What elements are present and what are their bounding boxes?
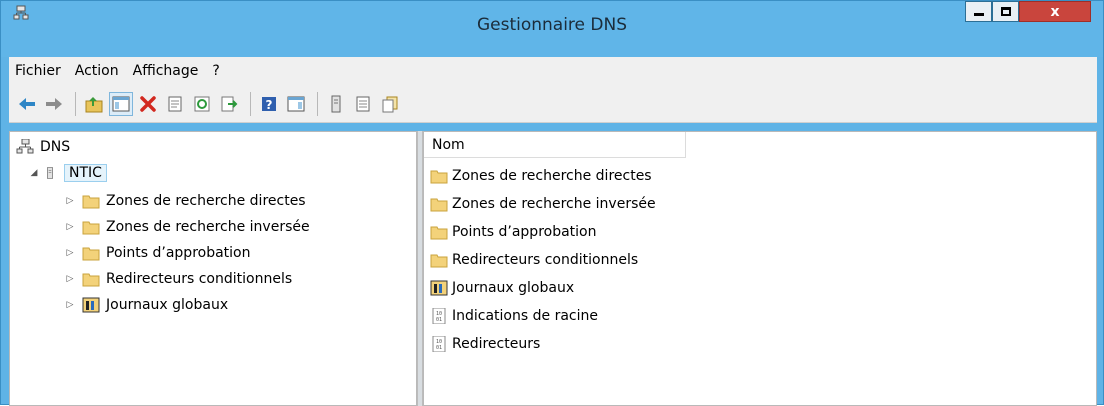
list-item-label: Indications de racine [452, 308, 598, 324]
results-list-pane[interactable]: Nom Zones de recherche directes Zones de… [423, 131, 1097, 406]
menu-help[interactable]: ? [212, 63, 219, 79]
tree-item[interactable]: ▷ Redirecteurs conditionnels [64, 268, 293, 290]
console-tree-pane[interactable]: DNS ◢ NTIC ▷ Zones de recherche directes… [9, 131, 417, 406]
toolbar-separator [75, 91, 76, 116]
tree-item-label: Points d’approbation [106, 245, 251, 261]
tree-item-label: Journaux globaux [106, 297, 229, 313]
forward-arrow-icon[interactable] [42, 92, 66, 116]
close-icon: x [1050, 3, 1060, 20]
column-header-nom[interactable]: Nom [424, 132, 686, 158]
back-arrow-icon[interactable] [15, 92, 39, 116]
properties-icon[interactable] [163, 92, 187, 116]
folder-icon [430, 226, 448, 240]
close-button[interactable]: x [1019, 1, 1091, 22]
export-list-icon[interactable] [217, 92, 241, 116]
help-icon[interactable]: ? [257, 92, 281, 116]
minimize-button[interactable] [965, 1, 992, 22]
server-icon [47, 167, 53, 179]
folder-icon [430, 198, 448, 212]
list-item[interactable]: Zones de recherche inversée [430, 192, 656, 216]
expand-arrow-icon[interactable]: ▷ [64, 247, 76, 259]
list-item[interactable]: Redirecteurs conditionnels [430, 248, 638, 272]
list-item[interactable]: Journaux globaux [430, 276, 574, 300]
binary-file-icon: 1001 [432, 308, 446, 324]
copy-icon[interactable] [378, 92, 402, 116]
title-bar[interactable]: Gestionnaire DNS x [1, 1, 1103, 57]
refresh-icon[interactable] [190, 92, 214, 116]
menu-fichier[interactable]: Fichier [15, 63, 61, 79]
minimize-icon [973, 13, 984, 16]
tree-item[interactable]: ▷ Points d’approbation [64, 242, 251, 264]
tree-server-ntic[interactable]: ◢ NTIC [28, 162, 107, 184]
list-item-label: Redirecteurs [452, 336, 541, 352]
show-hide-action-pane-icon[interactable] [284, 92, 308, 116]
window-title: Gestionnaire DNS [476, 15, 628, 35]
menu-affichage[interactable]: Affichage [133, 63, 199, 79]
tree-item[interactable]: ▷ Zones de recherche directes [64, 190, 306, 212]
folder-icon [82, 221, 100, 235]
tree-item[interactable]: ▷ Zones de recherche inversée [64, 216, 310, 238]
list-item[interactable]: Zones de recherche directes [430, 164, 652, 188]
tree-root-label: DNS [40, 139, 71, 155]
server-icon[interactable] [324, 92, 348, 116]
list-item[interactable]: 10 01 Indications de racine [430, 304, 598, 328]
tree-item-label: Zones de recherche directes [106, 193, 306, 209]
expand-arrow-icon[interactable]: ▷ [64, 299, 76, 311]
tree-item[interactable]: ▷ Journaux globaux [64, 294, 229, 316]
expand-arrow-icon[interactable]: ▷ [64, 195, 76, 207]
log-viewer-icon [82, 297, 100, 313]
binary-file-icon: 1001 [432, 336, 446, 352]
toolbar: ? [9, 85, 1097, 123]
tree-item-label: Zones de recherche inversée [106, 219, 310, 235]
toolbar-separator [317, 91, 318, 116]
list-item[interactable]: 10 01 Redirecteurs [430, 332, 540, 356]
up-folder-icon[interactable] [82, 92, 106, 116]
maximize-button[interactable] [992, 1, 1019, 22]
list-item-label: Journaux globaux [452, 280, 575, 296]
menu-action[interactable]: Action [75, 63, 119, 79]
tree-item-label: Redirecteurs conditionnels [106, 271, 293, 287]
svg-text:01: 01 [436, 317, 442, 323]
expand-arrow-icon[interactable]: ▷ [64, 273, 76, 285]
dns-manager-window: Gestionnaire DNS x Fichier Action Affich… [0, 0, 1104, 406]
dns-icon [16, 139, 34, 154]
menu-bar: Fichier Action Affichage ? [9, 57, 1097, 85]
svg-text:01: 01 [436, 345, 442, 351]
list-item-label: Redirecteurs conditionnels [452, 252, 639, 268]
maximize-icon [1000, 7, 1011, 16]
collapse-arrow-icon[interactable]: ◢ [28, 167, 40, 179]
tree-server-label: NTIC [64, 164, 107, 182]
list-item-label: Zones de recherche inversée [452, 196, 656, 212]
folder-icon [430, 254, 448, 268]
folder-icon [82, 247, 100, 261]
log-viewer-icon [430, 280, 448, 296]
tree-root-dns[interactable]: DNS [16, 136, 70, 158]
delete-icon[interactable] [136, 92, 160, 116]
folder-icon [82, 273, 100, 287]
folder-icon [430, 170, 448, 184]
svg-text:?: ? [266, 98, 273, 112]
toolbar-separator [250, 91, 251, 116]
list-icon[interactable] [351, 92, 375, 116]
list-item[interactable]: Points d’approbation [430, 220, 597, 244]
folder-icon [82, 195, 100, 209]
list-item-label: Zones de recherche directes [452, 168, 652, 184]
expand-arrow-icon[interactable]: ▷ [64, 221, 76, 233]
list-item-label: Points d’approbation [452, 224, 597, 240]
show-hide-tree-icon[interactable] [109, 91, 133, 116]
